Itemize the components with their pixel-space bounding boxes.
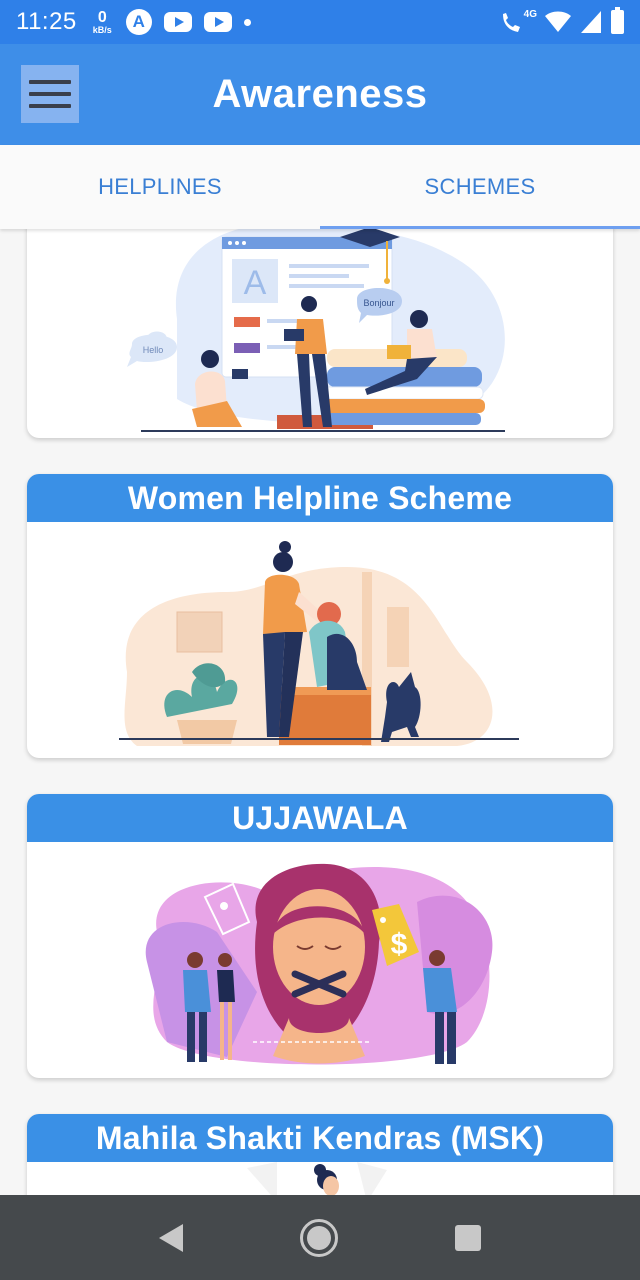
- tab-helplines[interactable]: HELPLINES: [0, 145, 320, 229]
- system-icons: 4G: [500, 7, 624, 34]
- signal-icon: [581, 11, 601, 33]
- back-icon[interactable]: [158, 1223, 183, 1252]
- tab-bar: HELPLINES SCHEMES: [0, 145, 640, 229]
- schemes-list[interactable]: A Hello Bonjour Women Helpline Scheme UJ…: [0, 229, 640, 1195]
- notification-icons: A: [125, 9, 251, 35]
- status-time: 11:25: [16, 8, 77, 35]
- scheme-card[interactable]: A Hello Bonjour: [27, 229, 613, 438]
- recents-icon[interactable]: [455, 1224, 482, 1251]
- card-title: UJJAWALA: [27, 794, 613, 842]
- scheme-card[interactable]: UJJAWALA $: [27, 794, 613, 1078]
- tab-label: HELPLINES: [98, 174, 222, 199]
- tab-schemes[interactable]: SCHEMES: [320, 145, 640, 229]
- dot-icon: [243, 18, 251, 26]
- letter-a-text: A: [244, 264, 267, 302]
- network-type-label: 4G: [523, 8, 537, 20]
- card-title: Women Helpline Scheme: [27, 474, 613, 522]
- page-title: Awareness: [212, 72, 428, 116]
- trafficking-awareness-illustration: $: [145, 863, 493, 1065]
- hello-text: Hello: [143, 345, 164, 355]
- hamburger-menu-icon[interactable]: [21, 65, 79, 123]
- status-bar: 11:25 0 kB/s A 4G: [0, 0, 640, 44]
- wifi-icon: [545, 11, 571, 32]
- card-title: Mahila Shakti Kendras (MSK): [27, 1114, 613, 1162]
- scheme-card[interactable]: Mahila Shakti Kendras (MSK): [27, 1114, 613, 1195]
- speed-value: 0: [97, 8, 107, 26]
- menu-line: [29, 80, 71, 84]
- comfort-support-illustration: [119, 541, 519, 746]
- scheme-card[interactable]: Women Helpline Scheme: [27, 474, 613, 758]
- app-bar: Awareness: [0, 44, 640, 145]
- dollar-text: $: [391, 928, 408, 961]
- speed-unit: kB/s: [92, 24, 112, 35]
- screen: 11:25 0 kB/s A 4G Awareness HELPLINES SC…: [0, 0, 640, 1280]
- call-wifi-icon: [502, 13, 520, 32]
- notification-a-icon: A: [125, 9, 152, 35]
- tab-label: SCHEMES: [424, 174, 536, 199]
- system-nav-bar: [0, 1195, 640, 1280]
- education-illustration: A Hello Bonjour: [127, 229, 505, 432]
- speed-indicator-icon: 0 kB/s: [92, 8, 112, 35]
- youtube-icon: [163, 12, 192, 32]
- menu-line: [29, 92, 71, 96]
- home-icon[interactable]: [299, 1218, 338, 1257]
- menu-line: [29, 104, 71, 108]
- youtube-icon: [203, 12, 232, 32]
- empowerment-illustration: [247, 1162, 387, 1195]
- battery-icon: [611, 7, 624, 34]
- bonjour-text: Bonjour: [363, 298, 394, 308]
